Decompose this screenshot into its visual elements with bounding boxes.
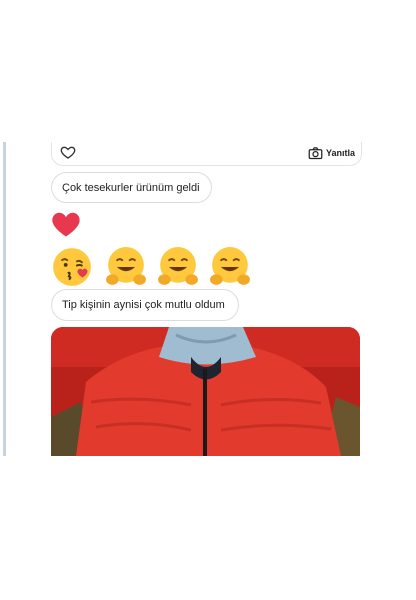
emoji-row bbox=[51, 246, 271, 288]
reply-label: Yanıtla bbox=[325, 148, 355, 158]
kissing-face-with-heart-emoji bbox=[53, 248, 91, 286]
heart-outline-icon bbox=[60, 146, 76, 159]
message-action-bar: Yanıtla bbox=[51, 142, 362, 166]
heart-icon bbox=[51, 210, 81, 238]
camera-icon bbox=[308, 146, 323, 159]
hugging-face-emoji bbox=[158, 247, 198, 285]
hugging-face-emoji bbox=[106, 247, 146, 285]
thread-divider bbox=[3, 142, 6, 456]
message-bubble: Çok tesekurler ürünüm geldi bbox=[51, 172, 212, 203]
message-text: Çok tesekurler ürünüm geldi bbox=[62, 181, 200, 194]
chat-panel: Yanıtla Çok tesekurler ürünüm geldi Tip … bbox=[0, 142, 416, 456]
like-button[interactable] bbox=[60, 144, 76, 160]
message-bubble: Tip kişinin aynisi çok mutlu oldum bbox=[51, 289, 239, 321]
reply-button[interactable]: Yanıtla bbox=[308, 145, 355, 161]
hugging-face-emoji bbox=[210, 247, 250, 285]
message-text: Tip kişinin aynisi çok mutlu oldum bbox=[62, 299, 225, 311]
red-puffer-jacket-photo[interactable] bbox=[51, 327, 360, 456]
